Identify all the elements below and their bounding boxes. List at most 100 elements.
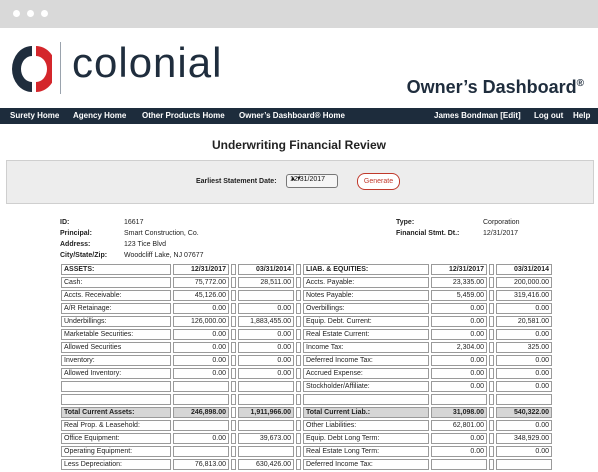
table-cell: 0.00: [496, 381, 552, 392]
table-cell: 0.00: [496, 303, 552, 314]
column-spacer: [231, 277, 236, 288]
table-cell: Accrued Expense:: [303, 368, 429, 379]
nav-surety-home[interactable]: Surety Home: [10, 111, 59, 120]
column-spacer: [296, 342, 301, 353]
table-cell: Deferred Income Tax:: [303, 355, 429, 366]
table-cell: 319,416.00: [496, 290, 552, 301]
column-spacer: [231, 303, 236, 314]
column-spacer: [296, 407, 301, 418]
brand-name: colonial: [72, 39, 223, 86]
nav-agency-home[interactable]: Agency Home: [73, 111, 126, 120]
table-cell: Total Current Liab.:: [303, 407, 429, 418]
column-spacer: [296, 277, 301, 288]
table-row: Stockholder/Affiliate: 0.00 0.00: [61, 381, 552, 392]
column-spacer: [231, 446, 236, 457]
column-spacer: [296, 446, 301, 457]
table-cell: 0.00: [238, 368, 294, 379]
column-spacer: [489, 368, 494, 379]
table-cell: Overbillings:: [303, 303, 429, 314]
principal-label: Principal:: [60, 230, 92, 237]
table-cell: [303, 394, 429, 405]
table-row: Inventory: 0.00 0.00 Deferred Income Tax: 0.…: [61, 355, 552, 366]
generate-button[interactable]: Generate: [357, 173, 400, 190]
table-cell: 0.00: [496, 446, 552, 457]
table-cell: 0.00: [431, 316, 487, 327]
table-cell: 126,000.00: [173, 316, 229, 327]
table-row: Marketable Securities: 0.00 0.00 Real Estat…: [61, 329, 552, 340]
table-row: Office Equipment: 0.00 39,673.00 Equip. Deb…: [61, 433, 552, 444]
assets-header: ASSETS:: [61, 264, 171, 275]
column-spacer: [296, 355, 301, 366]
principal-value: Smart Construction, Co.: [124, 230, 199, 237]
date-header: 03/31/2014: [496, 264, 552, 275]
column-spacer: [489, 329, 494, 340]
nav-help[interactable]: Help: [573, 111, 590, 120]
table-cell: 0.00: [431, 381, 487, 392]
column-spacer: [296, 303, 301, 314]
column-spacer: [489, 277, 494, 288]
table-row: Allowed Securities 0.00 0.00 Income Tax: 2,3…: [61, 342, 552, 353]
table-cell: 0.00: [431, 368, 487, 379]
column-spacer: [489, 316, 494, 327]
table-cell: Operating Equipment:: [61, 446, 171, 457]
table-cell: 39,673.00: [238, 433, 294, 444]
window-dot[interactable]: [13, 10, 20, 17]
table-cell: 0.00: [238, 303, 294, 314]
table-cell: 0.00: [431, 355, 487, 366]
financial-table: ASSETS: 12/31/2017 03/31/2014 LIAB. & EQ…: [59, 262, 554, 472]
table-cell: Income Tax:: [303, 342, 429, 353]
logo-divider: [60, 42, 61, 94]
column-spacer: [231, 433, 236, 444]
column-spacer: [489, 290, 494, 301]
column-spacer: [231, 329, 236, 340]
table-cell: Cash:: [61, 277, 171, 288]
window-dot[interactable]: [41, 10, 48, 17]
nav-other-products-home[interactable]: Other Products Home: [142, 111, 225, 120]
table-cell: Underbillings:: [61, 316, 171, 327]
table-cell: 0.00: [431, 433, 487, 444]
column-spacer: [296, 459, 301, 470]
table-cell: 31,098.00: [431, 407, 487, 418]
table-row: Allowed Inventory: 0.00 0.00 Accrued Expens…: [61, 368, 552, 379]
column-spacer: [489, 407, 494, 418]
table-cell: 75,772.00: [173, 277, 229, 288]
table-cell: 0.00: [238, 329, 294, 340]
column-spacer: [231, 368, 236, 379]
table-cell: Marketable Securities:: [61, 329, 171, 340]
column-spacer: [489, 394, 494, 405]
table-row: Cash: 75,772.00 28,511.00 Accts. Payable: 23…: [61, 277, 552, 288]
column-spacer: [296, 368, 301, 379]
table-cell: 1,883,455.00: [238, 316, 294, 327]
table-cell: [431, 459, 487, 470]
statement-date-select[interactable]: 12/31/2017 ▲▼: [286, 174, 338, 188]
column-spacer: [231, 316, 236, 327]
statement-date-label: Earliest Statement Date:: [196, 178, 277, 185]
column-spacer: [231, 355, 236, 366]
table-cell: Deferred Income Tax:: [303, 459, 429, 470]
table-cell: [238, 446, 294, 457]
table-cell: Less Depreciation:: [61, 459, 171, 470]
column-spacer: [489, 342, 494, 353]
column-spacer: [489, 381, 494, 392]
column-spacer: [231, 290, 236, 301]
table-cell: 2,304.00: [431, 342, 487, 353]
address-value: 123 Tice Blvd: [124, 241, 167, 248]
table-row: A/R Retainage: 0.00 0.00 Overbillings: 0.00 0…: [61, 303, 552, 314]
id-label: ID:: [60, 219, 70, 226]
table-cell: Real Prop. & Leasehold:: [61, 420, 171, 431]
nav-logout[interactable]: Log out: [534, 111, 563, 120]
table-cell: 630,426.00: [238, 459, 294, 470]
table-cell: Office Equipment:: [61, 433, 171, 444]
dashboard-title: Owner’s Dashboard®: [406, 77, 584, 97]
nav-owners-dashboard-home[interactable]: Owner’s Dashboard® Home: [239, 111, 345, 120]
column-spacer: [489, 355, 494, 366]
table-cell: Notes Payable:: [303, 290, 429, 301]
table-row: Accts. Receivable: 45,126.00 Notes Payable…: [61, 290, 552, 301]
table-cell: 0.00: [173, 433, 229, 444]
table-cell: 0.00: [238, 355, 294, 366]
column-spacer: [296, 316, 301, 327]
table-cell: 0.00: [431, 446, 487, 457]
nav-user-edit[interactable]: James Bondman [Edit]: [434, 111, 521, 120]
table-cell: Stockholder/Affiliate:: [303, 381, 429, 392]
window-dot[interactable]: [27, 10, 34, 17]
